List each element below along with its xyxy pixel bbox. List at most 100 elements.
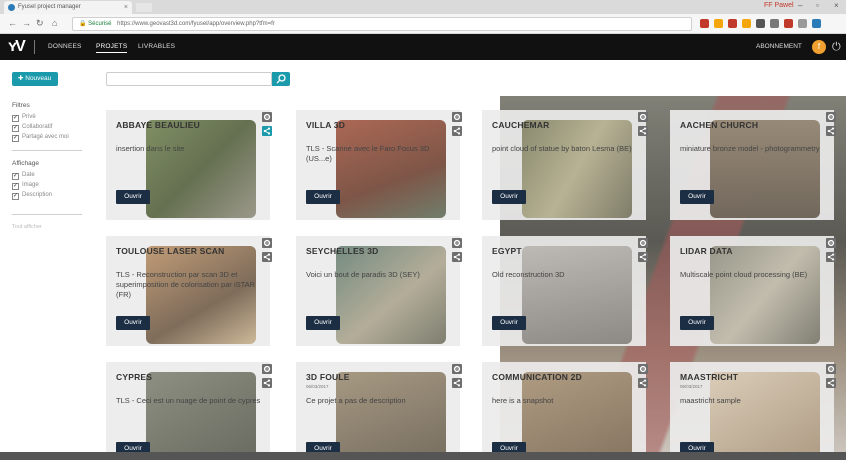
share-icon[interactable] bbox=[452, 126, 462, 136]
settings-icon[interactable] bbox=[262, 238, 272, 248]
browser-tab[interactable]: Fyusel project manager × bbox=[4, 1, 132, 14]
checkbox-label: Partagé avec moi bbox=[22, 134, 69, 140]
open-project-button[interactable]: Ouvrir bbox=[116, 190, 150, 204]
open-project-button[interactable]: Ouvrir bbox=[492, 190, 526, 204]
project-description: insertion dans le site bbox=[116, 144, 185, 153]
filter-shared-checkbox[interactable]: ✓ Partagé avec moi bbox=[12, 134, 69, 142]
settings-icon[interactable] bbox=[826, 112, 836, 122]
avatar[interactable]: f bbox=[812, 40, 826, 54]
display-image-checkbox[interactable]: ✓ Image bbox=[12, 182, 39, 190]
project-card[interactable]: CAUCHEMAR point cloud of statue by baton … bbox=[482, 110, 646, 220]
display-date-checkbox[interactable]: ✓ Date bbox=[12, 172, 35, 180]
project-card[interactable]: AACHEN CHURCH miniature bronze model - ph… bbox=[670, 110, 834, 220]
nav-projets[interactable]: PROJETS bbox=[96, 43, 128, 53]
search-input[interactable] bbox=[106, 72, 272, 86]
open-project-button[interactable]: Ouvrir bbox=[680, 316, 714, 330]
share-icon[interactable] bbox=[826, 252, 836, 262]
new-project-button[interactable]: ✚ Nouveau bbox=[12, 72, 58, 86]
close-window-icon[interactable]: × bbox=[834, 1, 839, 10]
url-field[interactable]: 🔒 Sécurisé https://www.geovast3d.com/fyu… bbox=[72, 17, 692, 31]
filter-collaborative-checkbox[interactable]: ✓ Collaboratif bbox=[12, 124, 52, 132]
share-icon[interactable] bbox=[638, 252, 648, 262]
open-project-button[interactable]: Ouvrir bbox=[492, 316, 526, 330]
settings-icon[interactable] bbox=[826, 364, 836, 374]
share-icon[interactable] bbox=[262, 378, 272, 388]
settings-icon[interactable] bbox=[826, 238, 836, 248]
share-icon[interactable] bbox=[262, 252, 272, 262]
project-card[interactable]: LIDAR DATA Multiscale point cloud process… bbox=[670, 236, 834, 346]
project-card[interactable]: CYPRES TLS - Ceci est un nuage de point d… bbox=[106, 362, 270, 460]
logo[interactable]: ʏV bbox=[8, 38, 26, 56]
maximize-icon[interactable]: ▫ bbox=[816, 1, 819, 10]
extension-icon[interactable] bbox=[770, 19, 779, 28]
checkbox-icon: ✓ bbox=[12, 115, 19, 122]
open-project-button[interactable]: Ouvrir bbox=[306, 316, 340, 330]
settings-icon[interactable] bbox=[452, 238, 462, 248]
open-project-button[interactable]: Ouvrir bbox=[116, 316, 150, 330]
share-icon[interactable] bbox=[262, 126, 272, 136]
display-description-checkbox[interactable]: ✓ Description bbox=[12, 192, 52, 200]
show-all-link[interactable]: Tout afficher bbox=[12, 224, 42, 230]
extension-icon[interactable] bbox=[714, 19, 723, 28]
forward-icon[interactable]: → bbox=[22, 18, 31, 28]
lock-icon: 🔒 bbox=[79, 21, 87, 27]
url-text: https://www.geovast3d.com/fyusel/app/ove… bbox=[117, 21, 275, 27]
minimize-icon[interactable]: – bbox=[798, 1, 802, 10]
extension-icon[interactable] bbox=[742, 19, 751, 28]
project-description: miniature bronze model - photogrammetry bbox=[680, 144, 820, 153]
subscription-link[interactable]: ABONNEMENT bbox=[756, 43, 802, 50]
filter-private-checkbox[interactable]: ✓ Privé bbox=[12, 114, 36, 122]
share-icon[interactable] bbox=[826, 378, 836, 388]
extension-icon[interactable] bbox=[784, 19, 793, 28]
checkbox-label: Image bbox=[22, 182, 39, 188]
project-title: 3D FOULE bbox=[306, 372, 350, 382]
checkbox-icon: ✓ bbox=[12, 125, 19, 132]
project-thumbnail bbox=[522, 120, 632, 218]
new-tab-button[interactable] bbox=[136, 3, 152, 12]
project-card[interactable]: 3D FOULE 06/03/2017 Ce projet a pas de des… bbox=[296, 362, 460, 460]
project-title: MAASTRICHT bbox=[680, 372, 739, 382]
checkbox-icon: ✓ bbox=[12, 173, 19, 180]
project-card[interactable]: EGYPT Old reconstruction 3D Ouvrir bbox=[482, 236, 646, 346]
settings-icon[interactable] bbox=[638, 364, 648, 374]
share-icon[interactable] bbox=[452, 378, 462, 388]
project-thumbnail bbox=[522, 372, 632, 460]
settings-icon[interactable] bbox=[452, 112, 462, 122]
sidebar-divider bbox=[12, 214, 82, 215]
project-description: TLS - Scanne avec le Faro Focus 3D (US..… bbox=[306, 144, 430, 163]
extension-icon[interactable] bbox=[728, 19, 737, 28]
project-card[interactable]: VILLA 3D TLS - Scanne avec le Faro Focus … bbox=[296, 110, 460, 220]
open-project-button[interactable]: Ouvrir bbox=[306, 190, 340, 204]
nav-livrables[interactable]: LIVRABLES bbox=[138, 43, 175, 50]
extension-icon[interactable] bbox=[798, 19, 807, 28]
project-thumbnail bbox=[522, 246, 632, 344]
back-icon[interactable]: ← bbox=[8, 18, 17, 28]
project-description: maastricht sample bbox=[680, 396, 741, 405]
search-icon bbox=[276, 74, 286, 84]
share-icon[interactable] bbox=[452, 252, 462, 262]
project-card[interactable]: TOULOUSE LASER SCAN TLS - Reconstruction … bbox=[106, 236, 270, 346]
extension-icon[interactable] bbox=[700, 19, 709, 28]
home-icon[interactable]: ⌂ bbox=[52, 18, 57, 28]
share-icon[interactable] bbox=[826, 126, 836, 136]
project-card[interactable]: SEYCHELLES 3D Voici un bout de paradis 3D… bbox=[296, 236, 460, 346]
project-card[interactable]: ABBAYE BEAULIEU insertion dans le site Ouv… bbox=[106, 110, 270, 220]
project-card[interactable]: MAASTRICHT 06/03/2017 maastricht sample Ouv… bbox=[670, 362, 834, 460]
project-card[interactable]: COMMUNICATION 2D here is a snapshot Ouvrir bbox=[482, 362, 646, 460]
power-icon[interactable]: ⏻ bbox=[832, 41, 841, 54]
reload-icon[interactable]: ↻ bbox=[36, 18, 44, 29]
nav-donnees[interactable]: DONNEES bbox=[48, 43, 82, 50]
browser-profile[interactable]: FF Pawel bbox=[764, 2, 794, 9]
search-button[interactable] bbox=[272, 72, 290, 86]
settings-icon[interactable] bbox=[638, 112, 648, 122]
open-project-button[interactable]: Ouvrir bbox=[680, 190, 714, 204]
share-icon[interactable] bbox=[638, 126, 648, 136]
settings-icon[interactable] bbox=[452, 364, 462, 374]
extension-icon[interactable] bbox=[756, 19, 765, 28]
extension-icon[interactable] bbox=[812, 19, 821, 28]
settings-icon[interactable] bbox=[638, 238, 648, 248]
settings-icon[interactable] bbox=[262, 112, 272, 122]
share-icon[interactable] bbox=[638, 378, 648, 388]
tab-close-icon[interactable]: × bbox=[124, 1, 128, 14]
settings-icon[interactable] bbox=[262, 364, 272, 374]
